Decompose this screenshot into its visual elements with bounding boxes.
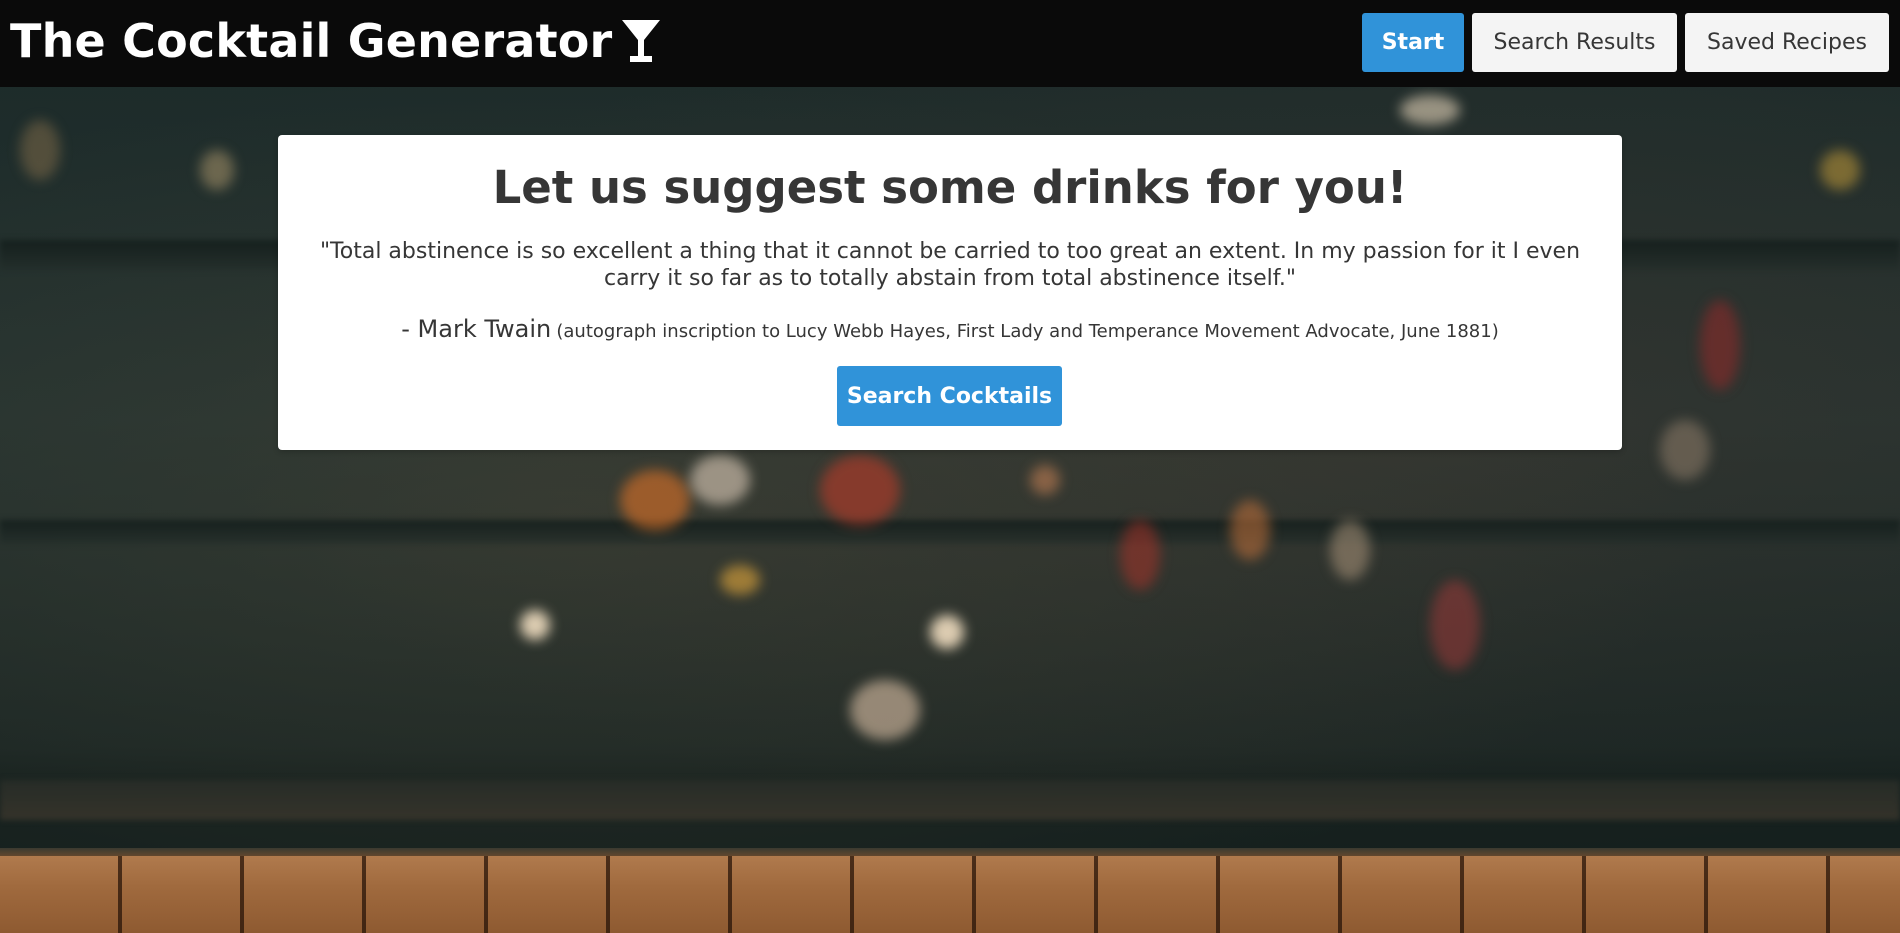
search-cocktails-button[interactable]: Search Cocktails <box>837 366 1062 426</box>
background-shelf <box>0 780 1900 820</box>
brand[interactable]: The Cocktail Generator <box>10 14 662 68</box>
nav-start-button[interactable]: Start <box>1362 13 1464 72</box>
background-bokeh <box>720 565 760 595</box>
background-bokeh <box>200 150 234 190</box>
top-navbar: The Cocktail Generator Start Search Resu… <box>0 0 1900 87</box>
background-bokeh <box>1030 465 1060 495</box>
background-bokeh <box>1700 300 1740 390</box>
background-bokeh <box>1230 500 1270 560</box>
background-bokeh <box>1400 95 1460 125</box>
quote-attribution: - Mark Twain (autograph inscription to L… <box>278 315 1622 343</box>
background-bokeh <box>1820 150 1860 190</box>
background-bokeh <box>620 470 690 530</box>
app-title: The Cocktail Generator <box>10 14 613 68</box>
background-bokeh <box>1660 420 1710 480</box>
background-bokeh <box>820 455 900 525</box>
cocktail-glass-icon <box>620 18 662 64</box>
hero-quote: "Total abstinence is so excellent a thin… <box>319 239 1581 291</box>
background-bokeh <box>690 455 750 505</box>
background-bokeh <box>20 120 60 180</box>
nav-search-results-button[interactable]: Search Results <box>1472 13 1677 72</box>
background-bokeh <box>930 615 964 649</box>
main-nav: Start Search Results Saved Recipes <box>1362 13 1889 72</box>
background-bokeh <box>1120 520 1160 590</box>
background-bokeh <box>1330 520 1370 580</box>
hero-card: Let us suggest some drinks for you! "Tot… <box>278 135 1622 450</box>
background-shelf <box>0 520 1900 544</box>
background-bokeh <box>850 680 920 740</box>
hero-heading: Let us suggest some drinks for you! <box>492 161 1408 214</box>
quote-source: (autograph inscription to Lucy Webb Haye… <box>556 321 1499 342</box>
quote-author: - Mark Twain <box>401 315 552 343</box>
wooden-bar-counter <box>0 856 1900 933</box>
background-bokeh <box>1430 580 1480 670</box>
nav-saved-recipes-button[interactable]: Saved Recipes <box>1685 13 1889 72</box>
background-bokeh <box>520 610 550 640</box>
